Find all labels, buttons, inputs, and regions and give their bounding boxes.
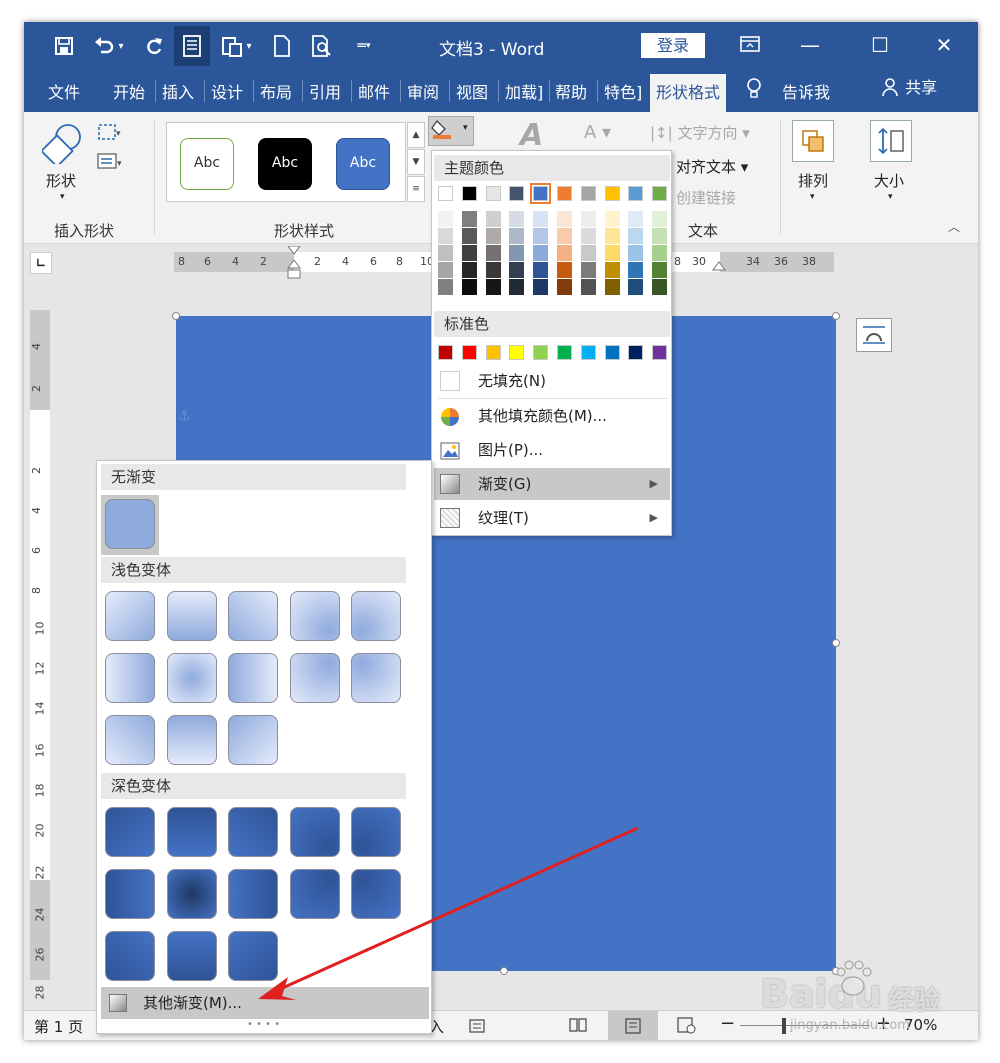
watermark-url: jingyan.baidu.com: [790, 1018, 910, 1033]
baidu-paw-icon: [836, 960, 872, 996]
annotation-arrow-icon: [258, 826, 639, 1000]
watermark-jingyan: 经验: [888, 986, 941, 1016]
